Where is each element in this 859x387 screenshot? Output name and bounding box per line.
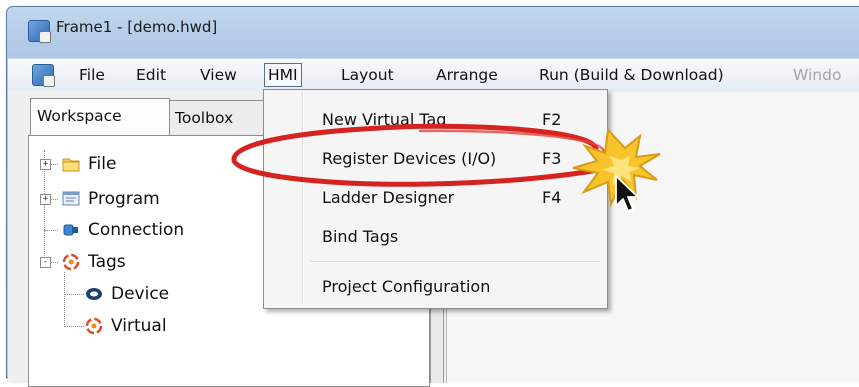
menu-arrange[interactable]: Arrange [433,63,501,87]
folder-icon [62,158,80,172]
menu-bar: File Edit View HMI Layout Arrange Run (B… [8,58,859,92]
menu-view[interactable]: View [197,63,240,87]
system-menu-icon[interactable] [32,64,55,87]
expand-icon[interactable]: + [40,159,51,170]
shortcut-label: F3 [542,149,562,168]
menu-hmi[interactable]: HMI [264,63,302,87]
expand-icon[interactable]: + [40,194,51,205]
connection-icon [63,224,78,236]
tree-item-label: Connection [88,220,185,240]
menu-file[interactable]: File [76,63,108,87]
title-bar: Frame1 - [demo.hwd] [0,0,859,50]
menu-item-project-configuration[interactable]: Project Configuration [322,273,490,301]
menu-layout[interactable]: Layout [338,63,397,87]
menu-run[interactable]: Run (Build & Download) [536,63,727,87]
tree-item-label: File [88,154,117,174]
app-icon [28,20,51,43]
tree-item-label: Virtual [111,316,167,336]
menu-separator [310,261,600,263]
window-title: Frame1 - [demo.hwd] [56,18,218,36]
menu-gutter [302,92,304,304]
virtual-icon [85,317,103,335]
menu-edit[interactable]: Edit [133,63,169,87]
shortcut-label: F4 [542,188,562,207]
tab-toolbox[interactable]: Toolbox [168,100,272,135]
tree-item-virtual[interactable]: Virtual [65,312,365,340]
tree-item-label: Tags [88,252,126,272]
menu-item-ladder-designer[interactable]: Ladder Designer [322,184,454,212]
menu-window[interactable]: Windo [790,63,844,87]
device-icon [86,288,102,300]
shortcut-label: F2 [542,110,562,129]
tree-item-label: Device [111,284,170,304]
tags-icon [62,253,80,271]
program-icon [62,191,80,206]
menu-item-register-devices[interactable]: Register Devices (I/O) [322,145,496,173]
tree-item-label: Program [88,189,160,209]
menu-item-bind-tags[interactable]: Bind Tags [322,223,398,251]
collapse-icon[interactable]: - [40,257,51,268]
menu-item-new-virtual-tag[interactable]: New Virtual Tag [322,106,446,134]
hmi-dropdown-menu: New Virtual Tag F2 Register Devices (I/O… [263,89,608,309]
tab-workspace[interactable]: Workspace [30,98,170,135]
